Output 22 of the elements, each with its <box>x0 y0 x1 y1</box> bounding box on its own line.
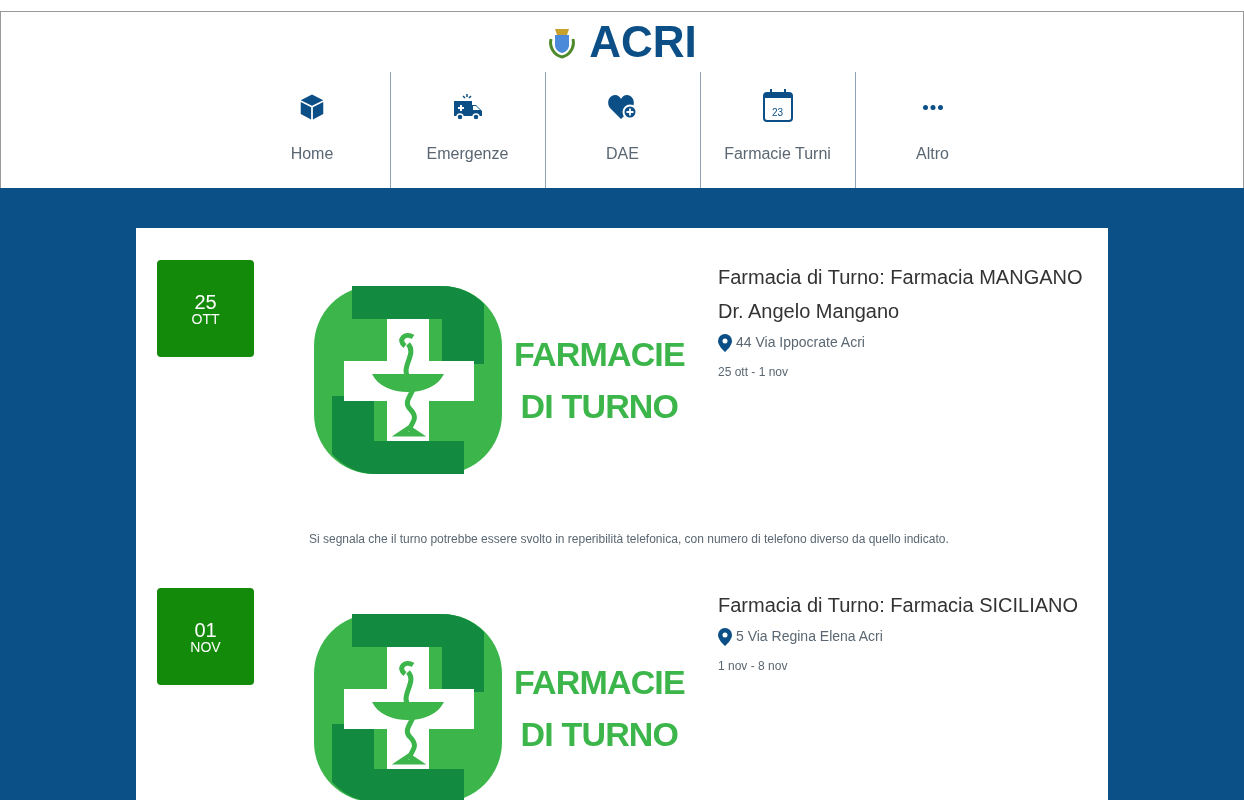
site-title: ACRI <box>589 20 697 64</box>
logo-text: DI TURNO <box>520 717 679 751</box>
location-pin-icon <box>718 333 732 352</box>
pharmacy-title: Farmacia di Turno: Farmacia MANGANO <box>718 265 1083 290</box>
logo-text: FARMACIE <box>514 337 685 371</box>
logo-text: DI TURNO <box>520 389 679 423</box>
date-range: 25 ott - 1 nov <box>718 364 790 381</box>
pharmacy-title: Farmacia di Turno: Farmacia SICILIANO <box>718 593 1079 618</box>
address-text: 44 Via Ippocrate Acri <box>736 333 865 352</box>
more-icon <box>922 104 943 110</box>
nav-tab[interactable]: Home <box>234 72 390 188</box>
date-range: 1 nov - 8 nov <box>718 658 789 675</box>
logo-text: FARMACIE <box>514 665 685 699</box>
heart-plus-icon <box>606 92 639 122</box>
pharmacy-title: Dr. Angelo Mangano <box>718 299 901 324</box>
location-pin-icon <box>718 627 732 646</box>
date-badge: 25 OTT <box>157 260 254 357</box>
note-text: Si segnala che il turno potrebbe essere svolto in reperibilità telefonica, con numero di telefono diverso da quello indicato. <box>309 531 950 548</box>
date-badge: 01 NOV <box>157 588 254 685</box>
address-text: 5 Via Regina Elena Acri <box>736 627 883 646</box>
ambulance-icon <box>451 92 484 122</box>
calendar-icon: 23 <box>762 92 793 122</box>
